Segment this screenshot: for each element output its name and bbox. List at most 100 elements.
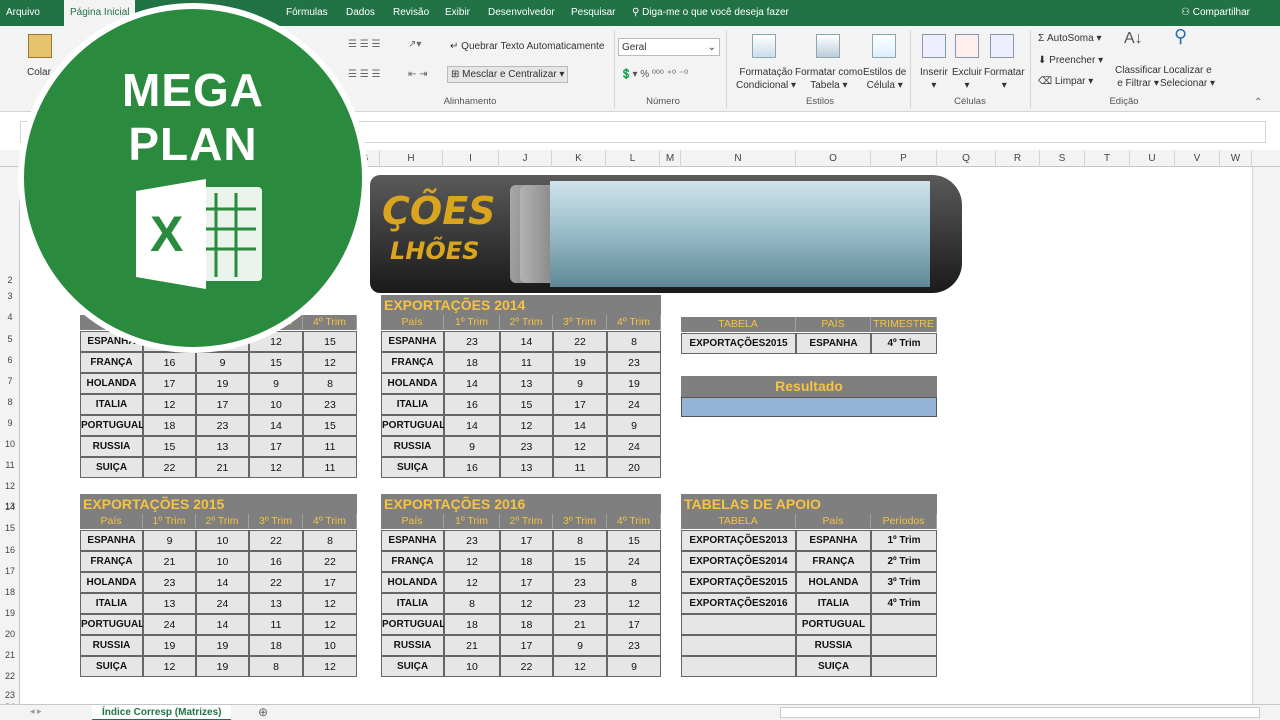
table-cell[interactable]: 17 — [553, 394, 607, 415]
table-cell[interactable]: 9 — [553, 635, 607, 656]
table-cell[interactable] — [871, 635, 937, 656]
table-cell[interactable]: 10 — [444, 656, 500, 677]
table-cell[interactable]: 13 — [249, 593, 303, 614]
table-cell[interactable]: PORTUGUAL — [796, 614, 871, 635]
table-cell[interactable]: 21 — [553, 614, 607, 635]
row-header[interactable]: 21 — [0, 650, 20, 660]
table-cell[interactable]: 13 — [500, 457, 553, 478]
table-cell[interactable]: PORTUGUAL — [381, 415, 445, 436]
horizontal-scrollbar[interactable] — [780, 707, 1260, 718]
row-header[interactable]: 15 — [0, 523, 20, 533]
autosum-button[interactable]: Σ AutoSoma ▾ — [1038, 32, 1101, 45]
table-cell[interactable]: RUSSIA — [381, 635, 444, 656]
column-header[interactable]: V — [1175, 150, 1220, 167]
table-cell[interactable]: 9 — [607, 656, 661, 677]
table-cell[interactable]: 12 — [500, 593, 553, 614]
table-cell[interactable]: 8 — [249, 656, 303, 677]
table-cell[interactable]: 12 — [143, 394, 196, 415]
table-cell[interactable]: EXPORTAÇÕES2016 — [681, 593, 796, 614]
table-cell[interactable]: 19 — [196, 373, 249, 394]
table-cell[interactable]: ITALIA — [381, 394, 444, 415]
column-header[interactable]: O — [796, 150, 871, 167]
table-cell[interactable]: 17 — [303, 572, 357, 593]
tab-arquivo[interactable]: Arquivo — [0, 0, 46, 26]
column-header[interactable]: I — [443, 150, 499, 167]
table-cell[interactable]: 21 — [143, 551, 196, 572]
table-cell[interactable]: 16 — [143, 352, 196, 373]
table-cell[interactable]: PORTUGUAL — [381, 614, 445, 635]
table-cell[interactable]: 11 — [500, 352, 553, 373]
table-cell[interactable]: 23 — [500, 436, 553, 457]
table-cell[interactable]: 24 — [607, 436, 661, 457]
merge-center-button[interactable]: ⊞ Mesclar e Centralizar ▾ — [447, 66, 569, 83]
table-cell[interactable]: 12 — [303, 614, 357, 635]
row-header[interactable]: 7 — [0, 376, 20, 386]
table-cell[interactable]: 23 — [444, 331, 500, 352]
table-cell[interactable]: ITALIA — [80, 394, 143, 415]
table-cell[interactable]: 14 — [444, 373, 500, 394]
vertical-scrollbar[interactable] — [1252, 167, 1280, 704]
table-cell[interactable]: 22 — [500, 656, 553, 677]
column-header[interactable]: S — [1040, 150, 1085, 167]
column-header[interactable]: J — [499, 150, 552, 167]
conditional-format-button[interactable]: Formatação Condicional ▾ — [736, 66, 796, 92]
table-cell[interactable]: PORTUGUAL — [80, 415, 144, 436]
table-cell[interactable]: 23 — [444, 530, 500, 551]
table-cell[interactable]: 17 — [196, 394, 249, 415]
table-cell[interactable]: FRANÇA — [80, 551, 143, 572]
table-cell[interactable]: 14 — [500, 331, 553, 352]
table-cell[interactable]: 23 — [143, 572, 196, 593]
table-cell[interactable]: 15 — [143, 436, 196, 457]
find-select-button[interactable]: Localizar e Selecionar ▾ — [1160, 64, 1215, 90]
table-cell[interactable]: FRANÇA — [381, 352, 444, 373]
row-header[interactable]: 3 — [0, 291, 20, 301]
table-cell[interactable]: 24 — [607, 394, 661, 415]
row-header[interactable]: 16 — [0, 545, 20, 555]
table-cell[interactable]: 9 — [444, 436, 500, 457]
table-cell[interactable] — [681, 614, 796, 635]
table-cell[interactable]: 9 — [607, 415, 661, 436]
column-header[interactable]: H — [380, 150, 443, 167]
table-cell[interactable]: 9 — [196, 352, 249, 373]
table-cell[interactable]: 3º Trim — [871, 572, 937, 593]
align-top-icon[interactable]: ☰ ☰ ☰ — [348, 38, 380, 51]
table-cell[interactable]: SUIÇA — [80, 457, 143, 478]
table-cell[interactable]: SUIÇA — [381, 656, 444, 677]
table-cell[interactable]: FRANÇA — [80, 352, 143, 373]
table-cell[interactable]: 18 — [143, 415, 196, 436]
table-cell[interactable]: RUSSIA — [80, 635, 143, 656]
table-cell[interactable]: FRANÇA — [381, 551, 444, 572]
row-header[interactable]: 2 — [0, 275, 20, 285]
sheet-tab-indice-corresp[interactable]: Índice Corresp (Matrizes) — [92, 705, 232, 720]
tab-exibir[interactable]: Exibir — [439, 0, 476, 26]
table-cell[interactable]: 18 — [500, 614, 553, 635]
column-header[interactable]: Q — [937, 150, 996, 167]
table-cell[interactable]: RUSSIA — [80, 436, 143, 457]
table-cell[interactable]: SUIÇA — [381, 457, 444, 478]
table-cell[interactable]: 17 — [249, 436, 303, 457]
column-header[interactable]: U — [1130, 150, 1175, 167]
resultado-value-cell[interactable] — [681, 397, 937, 417]
table-cell[interactable]: 13 — [196, 436, 249, 457]
table-cell[interactable]: EXPORTAÇÕES2015 — [681, 572, 796, 593]
table-cell[interactable]: 13 — [500, 373, 553, 394]
row-header[interactable]: 10 — [0, 439, 20, 449]
tab-dados[interactable]: Dados — [340, 0, 381, 26]
table-cell[interactable]: 12 — [607, 593, 661, 614]
table-cell[interactable]: ESPANHA — [80, 530, 143, 551]
orientation-icon[interactable]: ↗▾ — [408, 38, 421, 51]
delete-button[interactable]: Excluir ▾ — [952, 66, 982, 92]
tab-desenvolvedor[interactable]: Desenvolvedor — [482, 0, 561, 26]
table-cell[interactable]: 21 — [196, 457, 249, 478]
table-cell[interactable]: 2º Trim — [871, 551, 937, 572]
table-cell[interactable]: 23 — [553, 593, 607, 614]
table-cell[interactable]: 23 — [303, 394, 357, 415]
row-header[interactable]: 22 — [0, 671, 20, 681]
number-format-select[interactable]: Geral ⌄ — [618, 38, 720, 56]
table-cell[interactable]: 16 — [444, 457, 500, 478]
table-cell[interactable]: 10 — [303, 635, 357, 656]
table-cell[interactable]: ITALIA — [381, 593, 444, 614]
table-cell[interactable]: 19 — [553, 352, 607, 373]
table-cell[interactable]: 19 — [607, 373, 661, 394]
table-cell[interactable]: 9 — [143, 530, 196, 551]
